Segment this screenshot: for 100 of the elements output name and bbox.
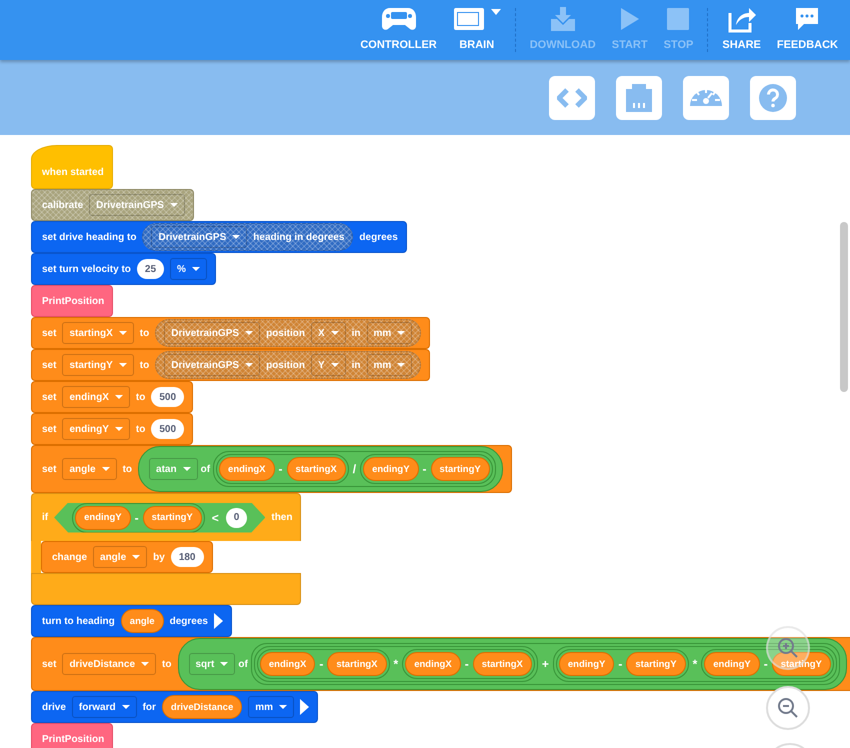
download-icon [548, 7, 577, 31]
variable-reporter[interactable]: endingY [558, 652, 614, 676]
operator-symbol: - [617, 657, 624, 671]
code-block[interactable]: set driveDistance to sqrt of endingX - startingX * endingX - startingX + endingY - startingY * endingY - startingY [31, 637, 850, 691]
variable-reporter[interactable]: endingX [260, 652, 316, 676]
code-view-button[interactable] [549, 76, 595, 120]
dropdown[interactable]: sqrt [188, 653, 236, 675]
caret-icon [330, 331, 339, 335]
operator-reporter[interactable]: endingX - startingX [256, 649, 390, 679]
code-block[interactable]: set endingY to 500 [31, 413, 194, 445]
block-label: calibrate [42, 200, 84, 210]
operator-reporter[interactable]: endingY - startingY [556, 649, 689, 679]
code-block[interactable]: turn to heading angle degrees [31, 605, 232, 637]
dropdown[interactable]: startingX [62, 322, 134, 344]
variable-reporter[interactable]: endingX [219, 457, 275, 481]
number-input[interactable]: 180 [170, 547, 204, 567]
dropdown[interactable]: endingY [62, 418, 130, 440]
variable-reporter[interactable]: startingY [626, 652, 686, 676]
dropdown[interactable]: atan [149, 458, 198, 480]
operator-reporter[interactable]: endingX - startingX / endingY - startingY [213, 451, 496, 487]
code-block[interactable]: PrintPosition [31, 723, 114, 748]
block-label: by [153, 552, 165, 562]
controller-button[interactable]: CONTROLLER [352, 0, 445, 60]
caret-icon [114, 395, 123, 399]
operator-reporter[interactable]: endingX - startingX * endingX - startingX + endingY - startingY * endingY - startingY [250, 643, 840, 685]
block-label: set [42, 328, 56, 338]
code-block[interactable]: change angle by 180 [41, 541, 212, 573]
caret-icon [118, 331, 127, 335]
dropdown[interactable]: driveDistance [62, 653, 156, 675]
operator-reporter[interactable]: sqrt of endingX - startingX * endingX - startingX + endingY - startingY * endingY - startingY [178, 638, 847, 690]
dropdown[interactable]: angle [93, 546, 148, 568]
code-block[interactable]: drive forward for driveDistance mm [31, 691, 318, 723]
dropdown[interactable]: angle [62, 458, 117, 480]
zoom-in-icon [777, 637, 799, 659]
help-button[interactable] [750, 76, 796, 120]
feedback-button[interactable]: FEEDBACK [768, 0, 846, 60]
scrollbar[interactable] [840, 222, 848, 392]
code-block[interactable]: when started [31, 145, 113, 189]
zoom-out-icon [777, 697, 799, 719]
block-label: set [42, 392, 56, 402]
caret-icon [102, 467, 110, 471]
block-label: when started [42, 166, 104, 178]
caret-icon [330, 363, 339, 367]
block-label: for [142, 702, 156, 712]
share-icon [726, 5, 757, 33]
block-label: drive [42, 702, 66, 712]
block-label: change [52, 552, 88, 562]
if-block-arm [31, 541, 41, 573]
number-input[interactable]: 0 [226, 508, 248, 528]
block-label: if [42, 512, 48, 523]
variable-reporter[interactable]: startingX [327, 652, 387, 676]
operator-reporter[interactable]: endingY - startingY [701, 649, 834, 679]
operator-reporter[interactable]: endingY - startingY [360, 454, 493, 484]
operator-symbol: / [352, 462, 358, 476]
condition-block[interactable]: endingY - startingY < 0 [54, 502, 266, 532]
variable-reporter[interactable]: driveDistance [162, 695, 242, 719]
variable-reporter[interactable]: startingY [142, 506, 202, 530]
variable-reporter[interactable]: startingY [430, 457, 490, 481]
variable-reporter[interactable]: endingY [704, 652, 760, 676]
variable-reporter[interactable]: angle [120, 609, 164, 633]
zoom-out-button[interactable] [766, 686, 810, 730]
dropdown[interactable]: endingX [62, 386, 130, 408]
caret-icon [114, 427, 123, 431]
number-input[interactable]: 25 [136, 259, 164, 279]
variable-reporter[interactable]: endingY [75, 506, 131, 530]
number-input[interactable]: 500 [151, 387, 184, 407]
code-block[interactable]: set turn velocity to 25 % [31, 253, 216, 285]
variable-reporter[interactable]: startingX [286, 457, 346, 481]
variable-reporter[interactable]: startingX [472, 652, 532, 676]
operator-reporter[interactable]: endingX - startingX [402, 649, 535, 679]
operator-symbol: - [134, 510, 140, 524]
number-input[interactable]: 500 [151, 419, 184, 439]
operator-reporter[interactable]: endingY - startingY * endingY - startingY [552, 646, 837, 682]
expand-arrow-icon[interactable] [300, 699, 310, 715]
code-block[interactable]: PrintPosition [31, 285, 114, 317]
devices-button[interactable] [616, 76, 662, 120]
variable-reporter[interactable]: endingX [405, 652, 461, 676]
variable-reporter[interactable]: endingY [363, 457, 419, 481]
code-block[interactable]: set angle to atan of endingX - startingX / endingY - startingY [31, 445, 512, 493]
block-label: set drive heading to [42, 232, 136, 242]
dropdown[interactable]: mm [248, 696, 294, 718]
dropdown[interactable]: startingY [62, 354, 134, 376]
variable-reporter[interactable]: startingY [772, 652, 831, 676]
dropdown[interactable]: % [170, 258, 207, 280]
block-label: to [140, 360, 150, 370]
code-block[interactable]: set endingX to 500 [31, 381, 194, 413]
operator-reporter[interactable]: atan of endingX - startingX / endingY - startingY [138, 446, 503, 492]
dashboard-button[interactable] [683, 76, 729, 120]
operator-reporter[interactable]: endingY - startingY [72, 502, 205, 532]
operator-reporter[interactable]: endingX - startingX * endingX - startingX [254, 646, 538, 682]
block-label: set [42, 424, 56, 434]
caret-icon [490, 9, 501, 15]
gauge-icon [690, 89, 722, 106]
brain-button[interactable]: BRAIN [444, 0, 509, 60]
caret-icon [170, 203, 178, 207]
if-block[interactable]: if endingY - startingY < 0 then [31, 493, 302, 541]
dropdown[interactable]: forward [72, 696, 137, 718]
share-button[interactable]: SHARE [714, 0, 769, 60]
operator-symbol: * [392, 657, 400, 671]
operator-reporter[interactable]: endingX - startingX [216, 454, 349, 484]
